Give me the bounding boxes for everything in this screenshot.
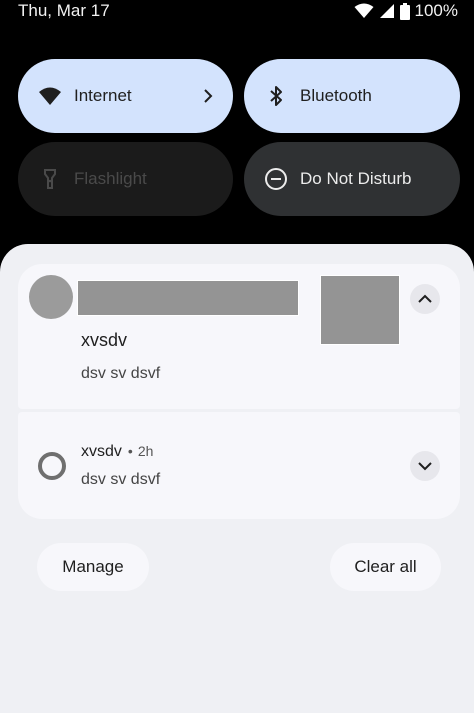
notification-title: xvsdv	[81, 330, 128, 350]
clear-all-button[interactable]: Clear all	[330, 543, 441, 591]
notification-title: xvsdv	[81, 443, 122, 460]
notification-image	[320, 275, 400, 345]
notification-header: xvsdv • 2h	[81, 443, 153, 461]
separator-dot: •	[127, 443, 133, 459]
tile-do-not-disturb-label: Do Not Disturb	[300, 169, 412, 188]
tile-internet-label: Internet	[74, 86, 132, 105]
status-date: Thu, Mar 17	[18, 1, 110, 20]
status-bar: Thu, Mar 17 100%	[0, 0, 474, 24]
redacted-header	[77, 280, 299, 316]
battery-icon	[399, 2, 410, 20]
notification-time: 2h	[137, 443, 154, 459]
tile-internet[interactable]: Internet	[18, 59, 233, 133]
collapse-button[interactable]	[410, 284, 440, 314]
status-icons: 100%	[354, 1, 458, 21]
notification-text: dsv sv dsvf	[81, 471, 161, 488]
chevron-up-icon	[418, 294, 432, 303]
battery-percent: 100%	[414, 1, 458, 20]
tile-do-not-disturb[interactable]: Do Not Disturb	[244, 142, 460, 216]
chevron-right-icon	[204, 89, 213, 103]
tile-flashlight[interactable]: Flashlight	[18, 142, 233, 216]
notification-text: dsv sv dsvf	[81, 365, 161, 382]
avatar	[29, 275, 73, 319]
manage-button[interactable]: Manage	[37, 543, 149, 591]
expand-button[interactable]	[410, 451, 440, 481]
tile-bluetooth[interactable]: Bluetooth	[244, 59, 460, 133]
wifi-icon	[39, 87, 61, 105]
signal-icon	[379, 4, 394, 18]
chevron-down-icon	[418, 462, 432, 471]
do-not-disturb-icon	[265, 168, 287, 190]
tile-bluetooth-label: Bluetooth	[300, 86, 372, 105]
flashlight-icon	[44, 169, 56, 189]
wifi-icon	[354, 3, 374, 18]
ring-icon	[38, 452, 66, 480]
tile-flashlight-label: Flashlight	[74, 169, 147, 188]
bluetooth-icon	[270, 86, 282, 106]
notification-card[interactable]: xvsdv dsv sv dsvf	[18, 264, 460, 409]
notification-card[interactable]: xvsdv • 2h dsv sv dsvf	[18, 412, 460, 519]
